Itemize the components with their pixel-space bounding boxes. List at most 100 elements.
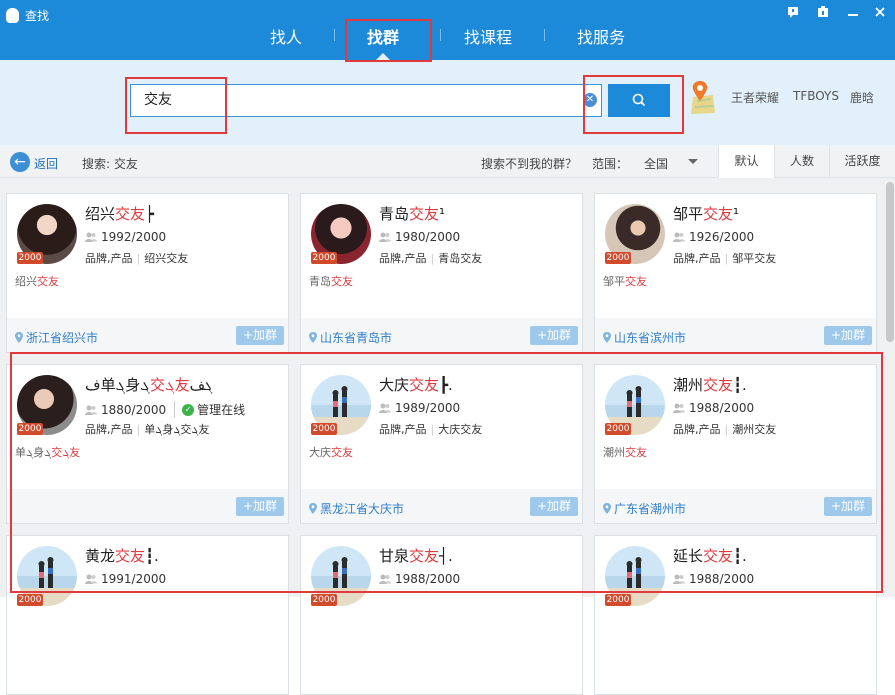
group-location[interactable]: 广东省潮州市 (603, 500, 686, 517)
group-description: 单ܓ身ܓ交ܓ友 (15, 446, 81, 459)
tab-find-groups[interactable]: 找群 (367, 24, 399, 48)
tab-find-services[interactable]: 找服务 (577, 24, 625, 48)
group-name[interactable]: 黄龙交友┇. (85, 545, 159, 566)
location-pin-icon (309, 332, 317, 343)
tab-divider (544, 29, 545, 41)
join-group-button[interactable]: +加群 (236, 326, 284, 345)
group-name[interactable]: 潮州交友┇. (673, 374, 747, 395)
search-input[interactable]: 交友 (130, 84, 602, 117)
join-group-button[interactable]: +加群 (236, 497, 284, 516)
scrollbar-thumb[interactable] (886, 182, 894, 342)
level-badge: 2000 (605, 252, 631, 264)
group-tags: 品牌,产品 | 青岛交友 (379, 252, 483, 265)
group-description: 邹平交友 (603, 275, 647, 288)
range-label: 范围： (592, 157, 629, 171)
check-icon: ✓ (182, 403, 195, 416)
group-name[interactable]: ف单ܓ身ܓ交ܓ友ܓف (85, 374, 212, 395)
level-badge: 2000 (311, 423, 337, 435)
group-name[interactable]: 绍兴交友┝ (85, 203, 154, 224)
active-tab-indicator (376, 53, 390, 60)
join-group-button[interactable]: +加群 (530, 326, 578, 345)
join-group-button[interactable]: +加群 (530, 497, 578, 516)
sort-tab-activity[interactable]: 活跃度 (829, 145, 895, 178)
group-card[interactable]: 2000 延长交友┇. 1988/2000 (594, 535, 877, 695)
search-button[interactable] (608, 84, 670, 117)
group-location[interactable]: 山东省青岛市 (309, 329, 392, 346)
window-title: 查找 (25, 9, 50, 23)
group-description: 绍兴交友 (15, 275, 59, 288)
map-location-icon[interactable] (687, 79, 717, 115)
members-icon (673, 232, 685, 242)
range-select[interactable]: 全国 (644, 155, 668, 172)
join-group-button[interactable]: +加群 (824, 497, 872, 516)
group-name[interactable]: 大庆交友┣. (379, 374, 453, 395)
search-summary: 搜索: 交友 (82, 157, 138, 171)
member-count: 1988/2000 (379, 572, 460, 586)
level-badge: 2000 (605, 594, 631, 606)
close-icon[interactable] (872, 6, 888, 22)
search-icon (632, 93, 646, 107)
group-tags: 品牌,产品 | 大庆交友 (379, 423, 483, 436)
member-count: 1988/2000 (673, 572, 754, 586)
location-pin-icon (309, 503, 317, 514)
members-icon (379, 403, 391, 413)
member-count: 1926/2000 (673, 230, 754, 244)
tab-divider (334, 29, 335, 41)
group-card[interactable]: 2000 潮州交友┇. 1988/2000 品牌,产品 | 潮州交友 潮州交友 广东… (594, 364, 877, 524)
title-bar (0, 0, 895, 60)
member-count: 1989/2000 (379, 401, 460, 415)
sort-tab-default[interactable]: 默认 (718, 145, 774, 178)
group-description: 大庆交友 (309, 446, 353, 459)
members-icon (85, 574, 97, 584)
sort-tab-members[interactable]: 人数 (774, 145, 829, 178)
location-pin-icon (15, 332, 23, 343)
not-found-link[interactable]: 搜索不到我的群？ (481, 155, 577, 172)
members-icon (85, 405, 97, 415)
group-card[interactable]: 2000 甘泉交友┤. 1988/2000 (300, 535, 583, 695)
back-link[interactable]: 返回 (34, 155, 58, 172)
location-pin-icon (603, 332, 611, 343)
group-tags: 品牌,产品 | 潮州交友 (673, 423, 777, 436)
join-group-button[interactable]: +加群 (824, 326, 872, 345)
group-location[interactable]: 山东省滨州市 (603, 329, 686, 346)
tab-find-courses[interactable]: 找课程 (464, 24, 512, 48)
group-location[interactable]: 浙江省绍兴市 (15, 329, 98, 346)
members-icon (379, 574, 391, 584)
hot-word[interactable]: 王者荣耀 (731, 89, 779, 106)
feedback-icon[interactable] (785, 6, 801, 22)
group-description: 青岛交友 (309, 275, 353, 288)
chevron-down-icon[interactable] (688, 159, 698, 164)
level-badge: 2000 (17, 594, 43, 606)
back-arrow-icon[interactable]: ← (10, 152, 30, 172)
group-tags: 品牌,产品 | 单ܓ身ܓ交ܓ友 (85, 423, 210, 436)
group-card[interactable]: 2000 ف单ܓ身ܓ交ܓ友ܓف 1880/2000 ✓ 管理在线 品牌,产品 | 单ܓ… (6, 364, 289, 524)
skin-icon[interactable] (815, 6, 831, 22)
group-name[interactable]: 延长交友┇. (673, 545, 747, 566)
level-badge: 2000 (17, 252, 43, 264)
hot-word[interactable]: TFBOYS (793, 89, 839, 103)
group-card[interactable]: 2000 大庆交友┣. 1989/2000 品牌,产品 | 大庆交友 大庆交友 黑龙… (300, 364, 583, 524)
location-pin-icon (603, 503, 611, 514)
group-card[interactable]: 2000 黄龙交友┇. 1991/2000 (6, 535, 289, 695)
clear-search-icon[interactable]: ✕ (583, 93, 597, 107)
member-count: 1991/2000 (85, 572, 166, 586)
group-card[interactable]: 2000 绍兴交友┝ 1992/2000 品牌,产品 | 绍兴交友 绍兴交友 浙江省… (6, 193, 289, 353)
level-badge: 2000 (311, 252, 337, 264)
tab-find-people[interactable]: 找人 (270, 24, 302, 48)
hot-word[interactable]: 鹿晗 (850, 89, 874, 106)
group-location[interactable]: 黑龙江省大庆市 (309, 500, 404, 517)
members-icon (379, 232, 391, 242)
level-badge: 2000 (311, 594, 337, 606)
group-name[interactable]: 邹平交友¹ (673, 203, 739, 224)
group-name[interactable]: 甘泉交友┤. (379, 545, 453, 566)
group-card[interactable]: 2000 青岛交友¹ 1980/2000 品牌,产品 | 青岛交友 青岛交友 山东省… (300, 193, 583, 353)
minimize-icon[interactable] (845, 6, 861, 22)
level-badge: 2000 (17, 423, 43, 435)
level-badge: 2000 (605, 423, 631, 435)
app-title: 查找 (6, 7, 49, 24)
group-tags: 品牌,产品 | 绍兴交友 (85, 252, 189, 265)
group-card[interactable]: 2000 邹平交友¹ 1926/2000 品牌,产品 | 邹平交友 邹平交友 山东省… (594, 193, 877, 353)
group-name[interactable]: 青岛交友¹ (379, 203, 445, 224)
members-icon (85, 232, 97, 242)
member-count: 1988/2000 (673, 401, 754, 415)
